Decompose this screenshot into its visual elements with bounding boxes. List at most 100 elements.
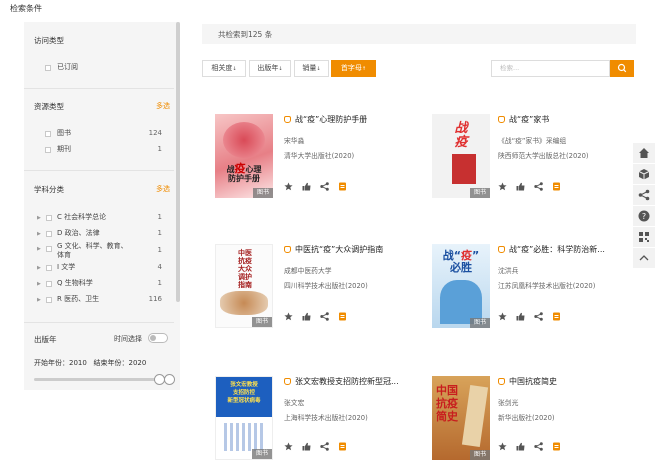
share-icon[interactable] [320, 306, 329, 321]
subject-item[interactable]: ▶ C 社会科学总论 1 [24, 212, 174, 226]
lock-icon [498, 378, 505, 385]
divider [24, 322, 174, 323]
book-author[interactable]: 沈洪兵 [498, 265, 628, 275]
export-icon[interactable] [338, 176, 347, 191]
share-button[interactable] [633, 185, 655, 205]
qrcode-icon [639, 232, 649, 242]
divider [24, 88, 174, 89]
thumbs-up-icon[interactable] [516, 306, 525, 321]
book-cover[interactable]: 中国 抗疫 简史 图书 [432, 376, 490, 460]
book-title[interactable]: 中国抗疫简史 [498, 376, 628, 387]
book-author[interactable]: 宋华淼 [284, 135, 414, 145]
expand-arrow-icon[interactable]: ▶ [37, 265, 41, 271]
book-cover[interactable]: 战“疫” 必胜 图书 [432, 244, 490, 328]
export-icon[interactable] [552, 436, 561, 451]
book-publisher[interactable]: 上海科学技术出版社(2020) [284, 412, 414, 422]
filter-books[interactable]: 图书 124 [24, 128, 174, 142]
sort-initial-letter[interactable]: 首字母↑ [331, 60, 376, 77]
share-icon[interactable] [534, 306, 543, 321]
subject-item[interactable]: ▶ I 文学 4 [24, 262, 174, 276]
books-checkbox[interactable] [45, 131, 51, 137]
subject-checkbox[interactable] [46, 265, 52, 271]
book-title[interactable]: 张文宏教授支招防控新型冠... [284, 376, 414, 387]
sidebar-scrollbar[interactable] [176, 22, 180, 302]
star-icon[interactable] [284, 436, 293, 451]
book-publisher[interactable]: 江苏凤凰科学技术出版社(2020) [498, 280, 628, 290]
star-icon[interactable] [498, 436, 507, 451]
box-button[interactable] [633, 164, 655, 184]
book-author[interactable]: 张文宏 [284, 397, 414, 407]
thumbs-up-icon[interactable] [302, 436, 311, 451]
export-icon[interactable] [552, 176, 561, 191]
home-button[interactable] [633, 143, 655, 163]
resource-type-heading: 资源类型 [34, 102, 64, 111]
subject-checkbox[interactable] [46, 297, 52, 303]
subject-checkbox[interactable] [46, 281, 52, 287]
expand-arrow-icon[interactable]: ▶ [37, 215, 41, 221]
book-cover[interactable]: 中医抗疫大众调护指南 图书 [215, 244, 273, 328]
resource-multi-select[interactable]: 多选 [156, 101, 170, 111]
time-select-label: 时间选择 [114, 335, 142, 343]
cover-type-tag: 图书 [470, 318, 490, 328]
sort-relevance[interactable]: 相关度↓ [202, 60, 246, 77]
share-icon[interactable] [534, 176, 543, 191]
subject-item[interactable]: ▶ G 文化、科学、教育、体育 1 [24, 240, 174, 264]
export-icon[interactable] [552, 306, 561, 321]
thumbs-up-icon[interactable] [516, 436, 525, 451]
filter-journals[interactable]: 期刊 1 [24, 144, 174, 158]
subject-checkbox[interactable] [46, 246, 52, 252]
book-cover[interactable]: 张文宏教授 支招防控 新型冠状病毒 图书 [215, 376, 273, 460]
expand-arrow-icon[interactable]: ▶ [37, 281, 41, 287]
book-publisher[interactable]: 清华大学出版社(2020) [284, 150, 414, 160]
book-publisher[interactable]: 四川科学技术出版社(2020) [284, 280, 414, 290]
subject-checkbox[interactable] [46, 215, 52, 221]
subject-multi-select[interactable]: 多选 [156, 184, 170, 194]
subject-item[interactable]: ▶ R 医药、卫生 116 [24, 294, 174, 308]
expand-arrow-icon[interactable]: ▶ [37, 297, 41, 303]
filter-sidebar: 访问类型 已订阅 资源类型 多选 图书 124 期刊 1 学科分类 多选 ▶ C… [24, 22, 180, 390]
book-publisher[interactable]: 新华出版社(2020) [498, 412, 628, 422]
filter-title: 检索条件 [10, 4, 42, 13]
help-button[interactable]: ? [633, 206, 655, 226]
publish-year-heading: 出版年 [34, 335, 57, 344]
thumbs-up-icon[interactable] [302, 306, 311, 321]
subject-checkbox[interactable] [46, 231, 52, 237]
journals-checkbox[interactable] [45, 147, 51, 153]
filter-subscribed[interactable]: 已订阅 [24, 62, 174, 76]
subject-item[interactable]: ▶ Q 生物科学 1 [24, 278, 174, 292]
book-title[interactable]: 战“疫”心理防护手册 [284, 114, 414, 125]
star-icon[interactable] [284, 176, 293, 191]
book-cover[interactable]: 战疫心理 防护手册 图书 [215, 114, 273, 198]
subscribed-checkbox[interactable] [45, 65, 51, 71]
book-author[interactable]: 成都中医药大学 [284, 265, 414, 275]
share-icon[interactable] [534, 436, 543, 451]
expand-arrow-icon[interactable]: ▶ [37, 246, 41, 252]
share-icon[interactable] [320, 176, 329, 191]
book-publisher[interactable]: 陕西师范大学出版总社(2020) [498, 150, 628, 160]
year-slider-track[interactable] [34, 378, 170, 381]
star-icon[interactable] [498, 176, 507, 191]
back-to-top-button[interactable] [633, 248, 655, 268]
book-title[interactable]: 战“疫”家书 [498, 114, 628, 125]
search-input[interactable]: 检索... [491, 60, 610, 77]
page: 检索条件 访问类型 已订阅 资源类型 多选 图书 124 期刊 1 学科分类 多… [0, 0, 660, 467]
book-author[interactable]: 《战“疫”家书》采编组 [498, 135, 628, 145]
star-icon[interactable] [498, 306, 507, 321]
time-select-toggle[interactable] [148, 333, 168, 343]
thumbs-up-icon[interactable] [516, 176, 525, 191]
book-cover[interactable]: 战疫 图书 [432, 114, 490, 198]
search-button[interactable] [610, 60, 634, 77]
sort-publish-year[interactable]: 出版年↓ [249, 60, 291, 77]
sort-sales[interactable]: 销量↓ [294, 60, 329, 77]
thumbs-up-icon[interactable] [302, 176, 311, 191]
qrcode-button[interactable] [633, 227, 655, 247]
book-title[interactable]: 战“疫”必胜：科学防治新... [498, 244, 628, 255]
share-icon[interactable] [320, 436, 329, 451]
star-icon[interactable] [284, 306, 293, 321]
book-author[interactable]: 张剑光 [498, 397, 628, 407]
expand-arrow-icon[interactable]: ▶ [37, 231, 41, 237]
export-icon[interactable] [338, 436, 347, 451]
book-title[interactable]: 中医抗“疫”大众调护指南 [284, 244, 414, 255]
year-slider-end-handle[interactable] [164, 374, 175, 385]
export-icon[interactable] [338, 306, 347, 321]
